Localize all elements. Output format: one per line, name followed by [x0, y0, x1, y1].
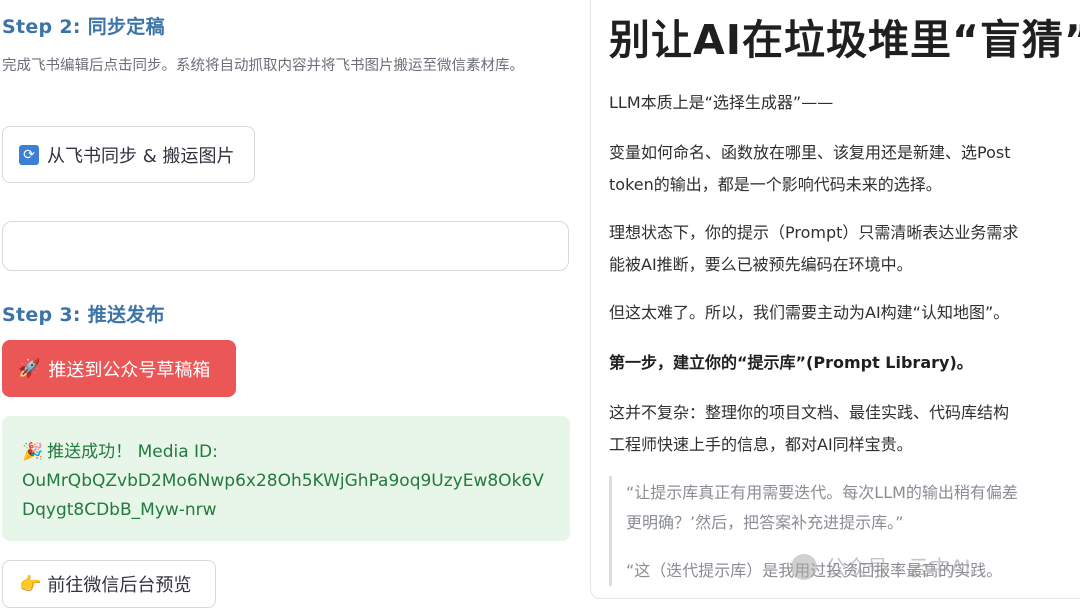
refresh-icon: ⟳ [19, 144, 39, 165]
wechat-account-icon [791, 554, 817, 580]
article-paragraph: token的输出，都是一个影响代码未来的选择。 [609, 175, 942, 194]
preview-wechat-button[interactable]: 👉 前往微信后台预览 [2, 560, 216, 608]
media-id: OuMrQbQZvbD2Mo6Nwp6x28Oh5KWjGhPa9oq9UzyE… [22, 471, 544, 520]
article-preview[interactable]: 别让AI在垃圾堆里“盲猜” LLM本质上是“选择生成器”—— 变量如何命名、函数… [590, 0, 1080, 599]
article-subheading: 第一步，建立你的“提示库”(Prompt Library)。 [609, 353, 973, 372]
step2-description: 完成飞书编辑后点击同步。系统将自动抓取内容并将飞书图片搬运至微信素材库。 [2, 58, 524, 74]
success-alert: 🎉 推送成功！ Media ID: OuMrQbQZvbD2Mo6Nwp6x28O… [2, 416, 570, 541]
quote-line: 更明确？’然后，把答案补充进提示库。” [626, 513, 904, 532]
quote-line: “让提示库真正有用需要迭代。每次LLM的输出稍有偏差 [626, 483, 1018, 502]
push-button-label: 推送到公众号草稿箱 [48, 359, 211, 381]
push-to-draft-button[interactable]: 🚀 推送到公众号草稿箱 [2, 340, 236, 397]
article-paragraph: 工程师快速上手的信息，都对AI同样宝贵。 [609, 435, 913, 454]
rocket-icon: 🚀 [18, 358, 41, 379]
step3-title: Step 3: 推送发布 [2, 304, 165, 326]
article-paragraph: 但这太难了。所以，我们需要主动为AI构建“认知地图”。 [609, 303, 1010, 322]
watermark: 公众号 · 云中AI [791, 552, 971, 582]
article-title: 别让AI在垃圾堆里“盲猜” [609, 16, 1080, 64]
sync-button-label: 从飞书同步 & 搬运图片 [47, 145, 235, 167]
sync-from-feishu-button[interactable]: ⟳ 从飞书同步 & 搬运图片 [2, 126, 255, 183]
article-paragraph: LLM本质上是“选择生成器”—— [609, 93, 834, 112]
article-paragraph: 理想状态下，你的提示（Prompt）只需清晰表达业务需求 [609, 223, 1019, 242]
party-popper-icon: 🎉 [22, 442, 44, 462]
article-paragraph: 能被AI推断，要么已被预先编码在环境中。 [609, 255, 913, 274]
empty-text-field[interactable] [2, 221, 569, 271]
pointing-hand-icon: 👉 [19, 573, 42, 595]
publish-panel: Step 2: 同步定稿 完成飞书编辑后点击同步。系统将自动抓取内容并将飞书图片… [0, 0, 580, 615]
article-paragraph: 这并不复杂：整理你的项目文档、最佳实践、代码库结构 [609, 403, 1010, 422]
watermark-text: 公众号 · 云中AI [825, 556, 971, 580]
article-paragraph: 变量如何命名、函数放在哪里、该复用还是新建、选Post [609, 143, 1011, 162]
preview-button-label: 前往微信后台预览 [47, 575, 192, 596]
success-message: 推送成功！ Media ID: [47, 442, 218, 462]
step2-title: Step 2: 同步定稿 [2, 16, 165, 38]
